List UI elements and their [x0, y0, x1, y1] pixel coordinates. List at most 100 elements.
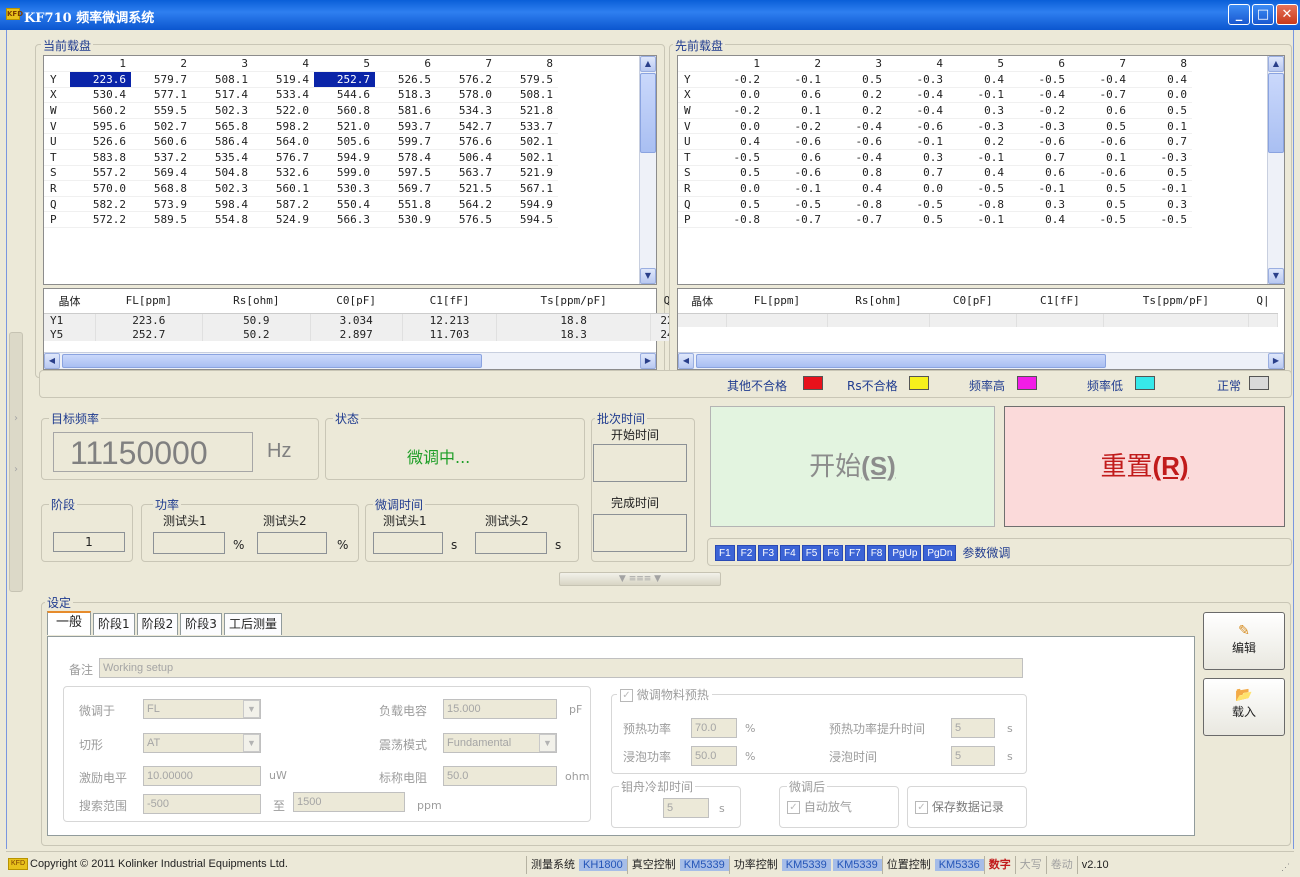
- grid-cell[interactable]: -0.3: [948, 118, 1009, 135]
- grid-cell[interactable]: 521.5: [436, 180, 497, 197]
- grid-cell[interactable]: -0.5: [1131, 211, 1192, 229]
- scroll-thumb[interactable]: [640, 73, 656, 153]
- crystal-column-header[interactable]: Q|: [1248, 289, 1278, 314]
- grid-cell[interactable]: 0.2: [826, 87, 887, 104]
- grid-cell[interactable]: 252.7: [314, 71, 375, 88]
- grid-cell[interactable]: -0.3: [1131, 149, 1192, 166]
- grid-cell[interactable]: 0.6: [765, 149, 826, 166]
- grid-cell[interactable]: -0.4: [826, 118, 887, 135]
- side-collapse-handle[interactable]: › ›: [9, 332, 23, 592]
- grid-cell[interactable]: -0.6: [826, 133, 887, 151]
- grid-cell[interactable]: 544.6: [314, 87, 375, 104]
- note-input[interactable]: Working setup: [99, 658, 1023, 678]
- previous-tray-grid[interactable]: 1 2 3 4 5 6 7 8 Y -0.2 -0.1 0.5 -0.3 0.4 -0.5 -0.4 0.4 X 0…: [677, 55, 1285, 285]
- grid-cell[interactable]: -0.4: [1009, 87, 1070, 104]
- grid-cell[interactable]: 0.3: [1009, 196, 1070, 213]
- grid-cell[interactable]: 557.2: [70, 165, 131, 182]
- scroll-thumb[interactable]: [1268, 73, 1284, 153]
- grid-cell[interactable]: 508.1: [497, 87, 558, 104]
- grid-cell[interactable]: -0.8: [948, 196, 1009, 213]
- scroll-right-icon[interactable]: ▶: [1268, 353, 1284, 369]
- grid-cell[interactable]: 587.2: [253, 196, 314, 213]
- grid-cell[interactable]: 560.1: [253, 180, 314, 197]
- grid-cell[interactable]: -0.1: [887, 133, 948, 151]
- grid-cell[interactable]: -0.4: [826, 149, 887, 166]
- splitter-handle[interactable]: ▼ ≡≡≡ ▼: [559, 572, 721, 586]
- grid-cell[interactable]: 521.0: [314, 118, 375, 135]
- grid-cell[interactable]: 0.6: [1070, 102, 1131, 119]
- load-button[interactable]: 📂 载入: [1203, 678, 1285, 736]
- grid-cell[interactable]: 521.9: [497, 165, 558, 182]
- grid-cell[interactable]: 569.7: [375, 180, 436, 197]
- grid-cell[interactable]: 0.7: [887, 165, 948, 182]
- grid-cell[interactable]: 0.7: [1131, 133, 1192, 151]
- grid-cell[interactable]: 0.3: [948, 102, 1009, 119]
- search-from-input[interactable]: -500: [143, 794, 261, 814]
- grid-cell[interactable]: 0.5: [704, 165, 765, 182]
- grid-cell[interactable]: -0.5: [1009, 71, 1070, 88]
- previous-tray-vscroll[interactable]: ▲ ▼: [1267, 56, 1284, 284]
- grid-cell[interactable]: -0.6: [765, 165, 826, 182]
- grid-cell[interactable]: 554.8: [192, 211, 253, 229]
- hscroll-thumb[interactable]: [696, 354, 1106, 368]
- scroll-up-icon[interactable]: ▲: [640, 56, 656, 72]
- preheat-power-input[interactable]: 70.0: [691, 718, 737, 738]
- grid-cell[interactable]: 564.2: [436, 196, 497, 213]
- grid-cell[interactable]: 517.4: [192, 87, 253, 104]
- grid-cell[interactable]: 577.1: [131, 87, 192, 104]
- crystal-column-header[interactable]: C1[fF]: [1016, 289, 1104, 314]
- grid-cell[interactable]: 537.2: [131, 149, 192, 166]
- fkey-button-f7[interactable]: F7: [845, 544, 865, 561]
- grid-cell[interactable]: 0.1: [1070, 149, 1131, 166]
- soak-power-input[interactable]: 50.0: [691, 746, 737, 766]
- grid-cell[interactable]: 564.0: [253, 133, 314, 151]
- grid-cell[interactable]: -0.6: [1070, 165, 1131, 182]
- grid-cell[interactable]: 518.3: [375, 87, 436, 104]
- grid-cell[interactable]: 524.9: [253, 211, 314, 229]
- grid-cell[interactable]: 563.7: [436, 165, 497, 182]
- grid-cell[interactable]: 526.5: [375, 71, 436, 88]
- grid-cell[interactable]: 581.6: [375, 102, 436, 119]
- grid-cell[interactable]: 0.1: [765, 102, 826, 119]
- grid-cell[interactable]: -0.6: [1009, 133, 1070, 151]
- crystal-column-header[interactable]: Ts[ppm/pF]: [1103, 289, 1249, 314]
- fkey-button-f8[interactable]: F8: [866, 544, 887, 561]
- grid-cell[interactable]: 0.4: [948, 165, 1009, 182]
- crystal-column-header[interactable]: Rs[ohm]: [202, 289, 311, 314]
- grid-cell[interactable]: 586.4: [192, 133, 253, 151]
- grid-cell[interactable]: 535.4: [192, 149, 253, 166]
- grid-cell[interactable]: 594.9: [314, 149, 375, 166]
- grid-cell[interactable]: 576.2: [436, 71, 497, 88]
- edit-button[interactable]: ✎ 编辑: [1203, 612, 1285, 670]
- scroll-left-icon[interactable]: ◀: [678, 353, 694, 369]
- crystal-column-header[interactable]: FL[ppm]: [726, 289, 828, 314]
- grid-cell[interactable]: 568.8: [131, 180, 192, 197]
- current-tray-grid[interactable]: 1 2 3 4 5 6 7 8 Y 223.6 579.7 508.1 519.4 252.7 526.5 5…: [43, 55, 657, 285]
- grid-cell[interactable]: 0.2: [948, 133, 1009, 151]
- grid-cell[interactable]: 560.6: [131, 133, 192, 151]
- grid-cell[interactable]: 597.5: [375, 165, 436, 182]
- grid-cell[interactable]: 505.6: [314, 133, 375, 151]
- close-button[interactable]: ✕: [1276, 4, 1298, 25]
- grid-cell[interactable]: -0.6: [1070, 133, 1131, 151]
- grid-cell[interactable]: -0.2: [1009, 102, 1070, 119]
- fkey-button-pgup[interactable]: PgUp: [888, 544, 922, 561]
- grid-cell[interactable]: 504.8: [192, 165, 253, 182]
- maximize-button[interactable]: □: [1252, 4, 1274, 25]
- osc-mode-select[interactable]: Fundamental ▼: [443, 733, 557, 753]
- fkey-button-f1[interactable]: F1: [715, 544, 735, 561]
- grid-cell[interactable]: 572.2: [70, 211, 131, 229]
- previous-crystal-hscroll[interactable]: ◀ ▶: [678, 352, 1284, 369]
- grid-cell[interactable]: 559.5: [131, 102, 192, 119]
- grid-cell[interactable]: 0.5: [887, 211, 948, 229]
- grid-cell[interactable]: 502.3: [192, 102, 253, 119]
- tab-1[interactable]: 阶段1: [93, 613, 135, 635]
- grid-cell[interactable]: 534.3: [436, 102, 497, 119]
- scroll-right-icon[interactable]: ▶: [640, 353, 656, 369]
- grid-cell[interactable]: -0.4: [887, 87, 948, 104]
- grid-cell[interactable]: 0.3: [1131, 196, 1192, 213]
- crystal-column-header[interactable]: 晶体: [44, 289, 96, 314]
- scroll-down-icon[interactable]: ▼: [640, 268, 656, 284]
- grid-cell[interactable]: -0.3: [1009, 118, 1070, 135]
- crystal-column-header[interactable]: 晶体: [678, 289, 727, 314]
